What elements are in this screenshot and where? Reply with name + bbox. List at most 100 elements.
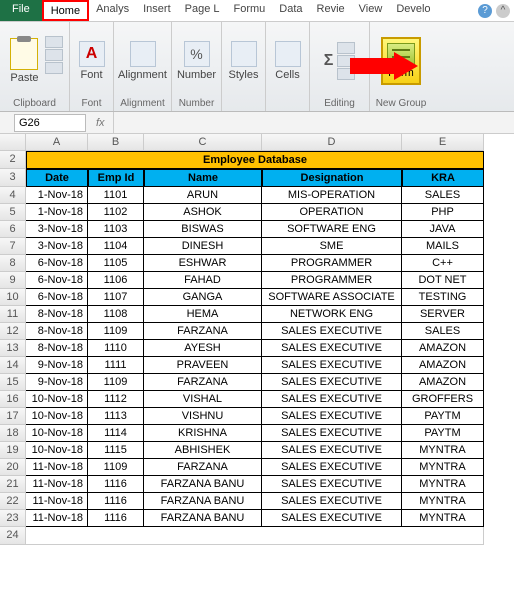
cell-designation[interactable]: SALES EXECUTIVE [262,425,402,442]
cell-date[interactable]: 10-Nov-18 [26,442,88,459]
tab-develo[interactable]: Develo [389,0,437,21]
cell-kra[interactable]: AMAZON [402,357,484,374]
col-header-E[interactable]: E [402,134,484,151]
cell-name[interactable]: VISHNU [144,408,262,425]
row-header-2[interactable]: 2 [0,151,26,169]
tab-formu[interactable]: Formu [227,0,273,21]
row-header-10[interactable]: 10 [0,289,26,306]
paste-button[interactable]: Paste [6,36,42,86]
row-header-16[interactable]: 16 [0,391,26,408]
cell-name[interactable]: AYESH [144,340,262,357]
cell-kra[interactable]: MYNTRA [402,476,484,493]
cell-empid[interactable]: 1114 [88,425,144,442]
cell-designation[interactable]: NETWORK ENG [262,306,402,323]
row-header-22[interactable]: 22 [0,493,26,510]
col-header-C[interactable]: C [144,134,262,151]
tab-home[interactable]: Home [42,0,89,21]
cell-name[interactable]: FARZANA [144,374,262,391]
cell-name[interactable]: FARZANA BANU [144,493,262,510]
cell-name[interactable]: FARZANA BANU [144,476,262,493]
cell-empid[interactable]: 1116 [88,493,144,510]
tab-page l[interactable]: Page L [178,0,227,21]
cell-empid[interactable]: 1112 [88,391,144,408]
cell-empid[interactable]: 1110 [88,340,144,357]
cell-designation[interactable]: SALES EXECUTIVE [262,510,402,527]
number-button[interactable]: % Number [173,24,220,97]
row-header-18[interactable]: 18 [0,425,26,442]
cell-name[interactable]: PRAVEEN [144,357,262,374]
cell-date[interactable]: 8-Nov-18 [26,340,88,357]
alignment-button[interactable]: Alignment [114,24,171,97]
name-box[interactable] [14,114,86,132]
row-header-17[interactable]: 17 [0,408,26,425]
cell-date[interactable]: 6-Nov-18 [26,289,88,306]
cell-kra[interactable]: TESTING [402,289,484,306]
row-header-14[interactable]: 14 [0,357,26,374]
cell-empid[interactable]: 1113 [88,408,144,425]
cell-designation[interactable]: SALES EXECUTIVE [262,442,402,459]
font-button[interactable]: A Font [75,24,109,97]
cell-empid[interactable]: 1108 [88,306,144,323]
help-icon[interactable]: ? [478,4,492,18]
cell-date[interactable]: 6-Nov-18 [26,272,88,289]
cell-date[interactable]: 10-Nov-18 [26,425,88,442]
autosum-icon[interactable]: Σ [324,52,334,70]
cell-designation[interactable]: PROGRAMMER [262,272,402,289]
cell-name[interactable]: DINESH [144,238,262,255]
row-header-8[interactable]: 8 [0,255,26,272]
cell-designation[interactable]: SME [262,238,402,255]
cell-kra[interactable]: PAYTM [402,408,484,425]
cell-date[interactable]: 6-Nov-18 [26,255,88,272]
cell-date[interactable]: 11-Nov-18 [26,510,88,527]
cell-date[interactable]: 8-Nov-18 [26,306,88,323]
cell-empid[interactable]: 1102 [88,204,144,221]
cell-kra[interactable]: MYNTRA [402,510,484,527]
cell-name[interactable]: GANGA [144,289,262,306]
cell-name[interactable]: FAHAD [144,272,262,289]
cell-designation[interactable]: SALES EXECUTIVE [262,493,402,510]
cell-kra[interactable]: PHP [402,204,484,221]
cell-empid[interactable]: 1109 [88,374,144,391]
row-header-21[interactable]: 21 [0,476,26,493]
cell-name[interactable]: VISHAL [144,391,262,408]
cell-kra[interactable]: MAILS [402,238,484,255]
cell-kra[interactable]: AMAZON [402,374,484,391]
tab-file[interactable]: File [0,0,42,21]
cell-name[interactable]: FARZANA [144,459,262,476]
row-header-3[interactable]: 3 [0,169,26,187]
cell-designation[interactable]: SALES EXECUTIVE [262,391,402,408]
row-header-23[interactable]: 23 [0,510,26,527]
cell-designation[interactable]: OPERATION [262,204,402,221]
cell-kra[interactable]: MYNTRA [402,442,484,459]
cell-date[interactable]: 1-Nov-18 [26,204,88,221]
cell-kra[interactable]: SALES [402,187,484,204]
row-header-6[interactable]: 6 [0,221,26,238]
cell-designation[interactable]: SALES EXECUTIVE [262,323,402,340]
row-header-5[interactable]: 5 [0,204,26,221]
row-header-4[interactable]: 4 [0,187,26,204]
row-header-11[interactable]: 11 [0,306,26,323]
cell-empid[interactable]: 1104 [88,238,144,255]
cell-designation[interactable]: PROGRAMMER [262,255,402,272]
empty-row[interactable] [26,527,484,545]
cell-name[interactable]: BISWAS [144,221,262,238]
styles-button[interactable]: Styles [225,24,263,97]
cell-date[interactable]: 9-Nov-18 [26,357,88,374]
cell-kra[interactable]: AMAZON [402,340,484,357]
copy-icon[interactable] [45,49,63,61]
cell-empid[interactable]: 1103 [88,221,144,238]
cell-name[interactable]: FARZANA BANU [144,510,262,527]
tab-insert[interactable]: Insert [136,0,178,21]
cell-empid[interactable]: 1109 [88,459,144,476]
cell-date[interactable]: 3-Nov-18 [26,238,88,255]
formula-input[interactable] [113,112,514,133]
cell-name[interactable]: ARUN [144,187,262,204]
cut-icon[interactable] [45,36,63,48]
fx-icon[interactable]: fx [88,117,113,129]
cell-designation[interactable]: SALES EXECUTIVE [262,459,402,476]
cell-empid[interactable]: 1107 [88,289,144,306]
cell-name[interactable]: ASHOK [144,204,262,221]
cell-designation[interactable]: SALES EXECUTIVE [262,340,402,357]
cell-designation[interactable]: SOFTWARE ENG [262,221,402,238]
tab-analys[interactable]: Analys [89,0,136,21]
